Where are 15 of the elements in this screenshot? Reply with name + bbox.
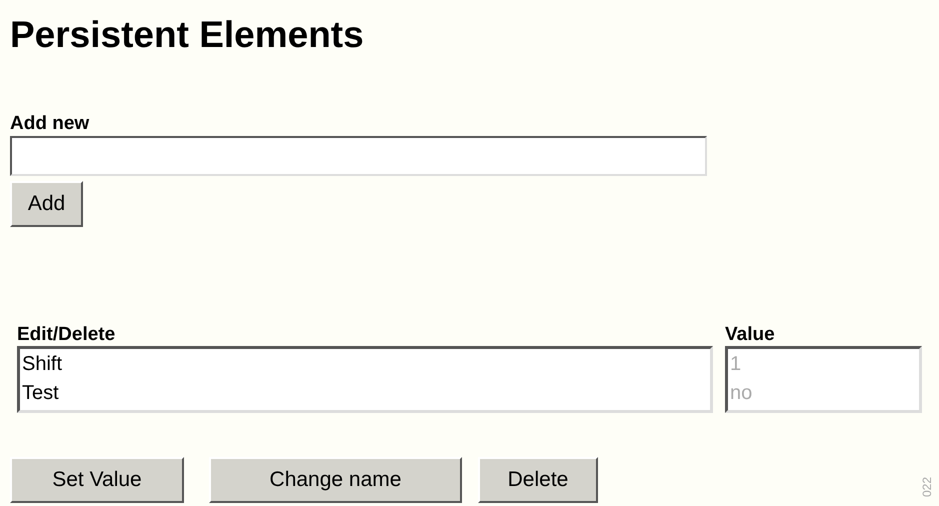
figure-number: 022 <box>920 476 933 498</box>
list-item: no <box>730 381 752 406</box>
action-button[interactable]: Delete <box>478 457 598 503</box>
add-button[interactable]: Add <box>10 181 83 227</box>
list-item[interactable]: Test <box>22 379 59 408</box>
action-button[interactable]: Change name <box>209 457 462 503</box>
input-field[interactable] <box>10 136 707 176</box>
list-label: Edit/Delete <box>17 324 116 346</box>
list-item: 1 <box>730 352 742 377</box>
action-button[interactable]: Set Value <box>10 457 184 503</box>
list-label: Value <box>725 324 775 346</box>
field-label: Add new <box>10 113 90 135</box>
page-title: Persistent Elements <box>10 13 364 56</box>
list-box[interactable]: Shift Test <box>17 346 713 413</box>
list-item[interactable]: Shift <box>22 350 62 379</box>
